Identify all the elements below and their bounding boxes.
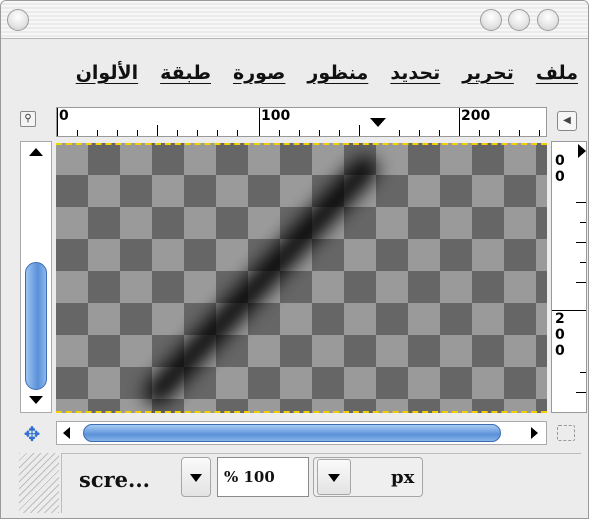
ruler-tick <box>439 130 440 136</box>
unit-combo-dropdown-button[interactable] <box>181 457 211 497</box>
ruler-tick <box>580 262 586 263</box>
statusbar: scre... % 100 px <box>1 449 588 518</box>
ruler-tick-major <box>459 108 460 136</box>
ruler-tick <box>499 130 500 136</box>
ruler-tick <box>519 130 520 136</box>
ruler-tick <box>177 130 178 136</box>
chevron-down-icon <box>190 474 202 482</box>
brush-stroke <box>138 151 384 411</box>
window-menu-button[interactable] <box>7 9 29 31</box>
menubar: ملف تحرير تحديد منظور صورة طبقة الألوان <box>1 53 588 93</box>
ruler-label-200: 200 <box>461 108 491 124</box>
magnifier-corner-icon[interactable]: ⚲ <box>20 111 36 127</box>
vertical-ruler[interactable]: 0 0 2 0 0 <box>551 141 587 413</box>
bottom-scroll-row: ✥ <box>1 419 588 447</box>
vruler-digit: 0 <box>555 343 565 359</box>
ruler-tick <box>419 130 420 136</box>
image-canvas[interactable] <box>56 143 547 413</box>
ruler-tick <box>217 130 218 136</box>
pointer-position-marker <box>370 118 386 127</box>
zoom-value: % 100 <box>224 468 275 486</box>
ruler-label-0: 0 <box>59 108 69 124</box>
vruler-digit: 0 <box>555 153 565 169</box>
scroll-down-arrow-icon[interactable] <box>29 396 43 404</box>
vertical-scrollbar[interactable] <box>20 141 52 413</box>
menu-view[interactable]: منظور <box>307 62 368 84</box>
vruler-digit: 0 <box>555 327 565 343</box>
move-cross-icon[interactable]: ✥ <box>21 423 43 445</box>
scroll-left-arrow-icon[interactable] <box>63 427 70 439</box>
resize-grip-icon[interactable] <box>19 453 59 513</box>
ruler-tick <box>359 125 360 136</box>
ruler-tick <box>279 130 280 136</box>
zoom-dropdown-button[interactable] <box>317 459 351 495</box>
scroll-up-arrow-icon[interactable] <box>29 148 43 156</box>
vertical-scroll-thumb[interactable] <box>25 262 47 390</box>
menu-select[interactable]: تحديد <box>390 62 440 84</box>
navigate-corner-icon[interactable] <box>557 425 575 441</box>
ruler-tick <box>399 130 400 136</box>
unit-label[interactable]: px <box>391 467 414 488</box>
zoom-button[interactable] <box>537 9 559 31</box>
close-button[interactable] <box>480 9 502 31</box>
ruler-tick <box>77 130 78 136</box>
ruler-tick <box>580 372 586 373</box>
menu-edit[interactable]: تحرير <box>462 62 514 84</box>
scroll-right-arrow-icon[interactable] <box>531 427 538 439</box>
vruler-digit: 2 <box>555 311 565 327</box>
ruler-tick <box>580 222 586 223</box>
ruler-tick <box>299 130 300 136</box>
ruler-tick <box>339 130 340 136</box>
ruler-tick <box>137 130 138 136</box>
ruler-tick <box>576 242 586 243</box>
menu-image[interactable]: صورة <box>233 62 285 84</box>
ruler-tick <box>576 202 586 203</box>
chevron-down-icon <box>328 474 340 482</box>
minimize-button[interactable] <box>508 9 530 31</box>
ruler-tick <box>539 130 540 136</box>
ruler-tick <box>576 282 586 283</box>
menu-colors[interactable]: الألوان <box>76 62 138 84</box>
ruler-tick <box>97 130 98 136</box>
horizontal-ruler[interactable]: 0 100 200 <box>56 107 547 137</box>
ruler-tick <box>319 130 320 136</box>
ruler-tick <box>197 130 198 136</box>
ruler-tick <box>576 392 586 393</box>
ruler-tick <box>479 130 480 136</box>
ruler-tick <box>237 130 238 136</box>
quick-mask-icon[interactable]: ◀ <box>557 111 577 131</box>
horizontal-scroll-thumb[interactable] <box>83 424 501 442</box>
ruler-label-100: 100 <box>261 108 291 124</box>
pointer-position-marker-vertical <box>578 144 586 158</box>
ruler-tick-major <box>57 108 58 136</box>
menu-file[interactable]: ملف <box>536 62 578 84</box>
unit-combo-label[interactable]: scre... <box>79 467 150 492</box>
menu-layer[interactable]: طبقة <box>160 62 211 84</box>
vruler-digit: 0 <box>555 169 565 185</box>
image-window: ملف تحرير تحديد منظور صورة طبقة الألوان … <box>0 0 589 519</box>
ruler-tick <box>157 125 158 136</box>
ruler-tick-major <box>259 108 260 136</box>
zoom-entry[interactable]: % 100 <box>217 457 309 497</box>
top-ruler-row: ⚲ 0 100 200 ◀ <box>1 101 588 137</box>
titlebar <box>1 1 588 39</box>
ruler-tick <box>117 130 118 136</box>
horizontal-scrollbar[interactable] <box>56 421 547 445</box>
